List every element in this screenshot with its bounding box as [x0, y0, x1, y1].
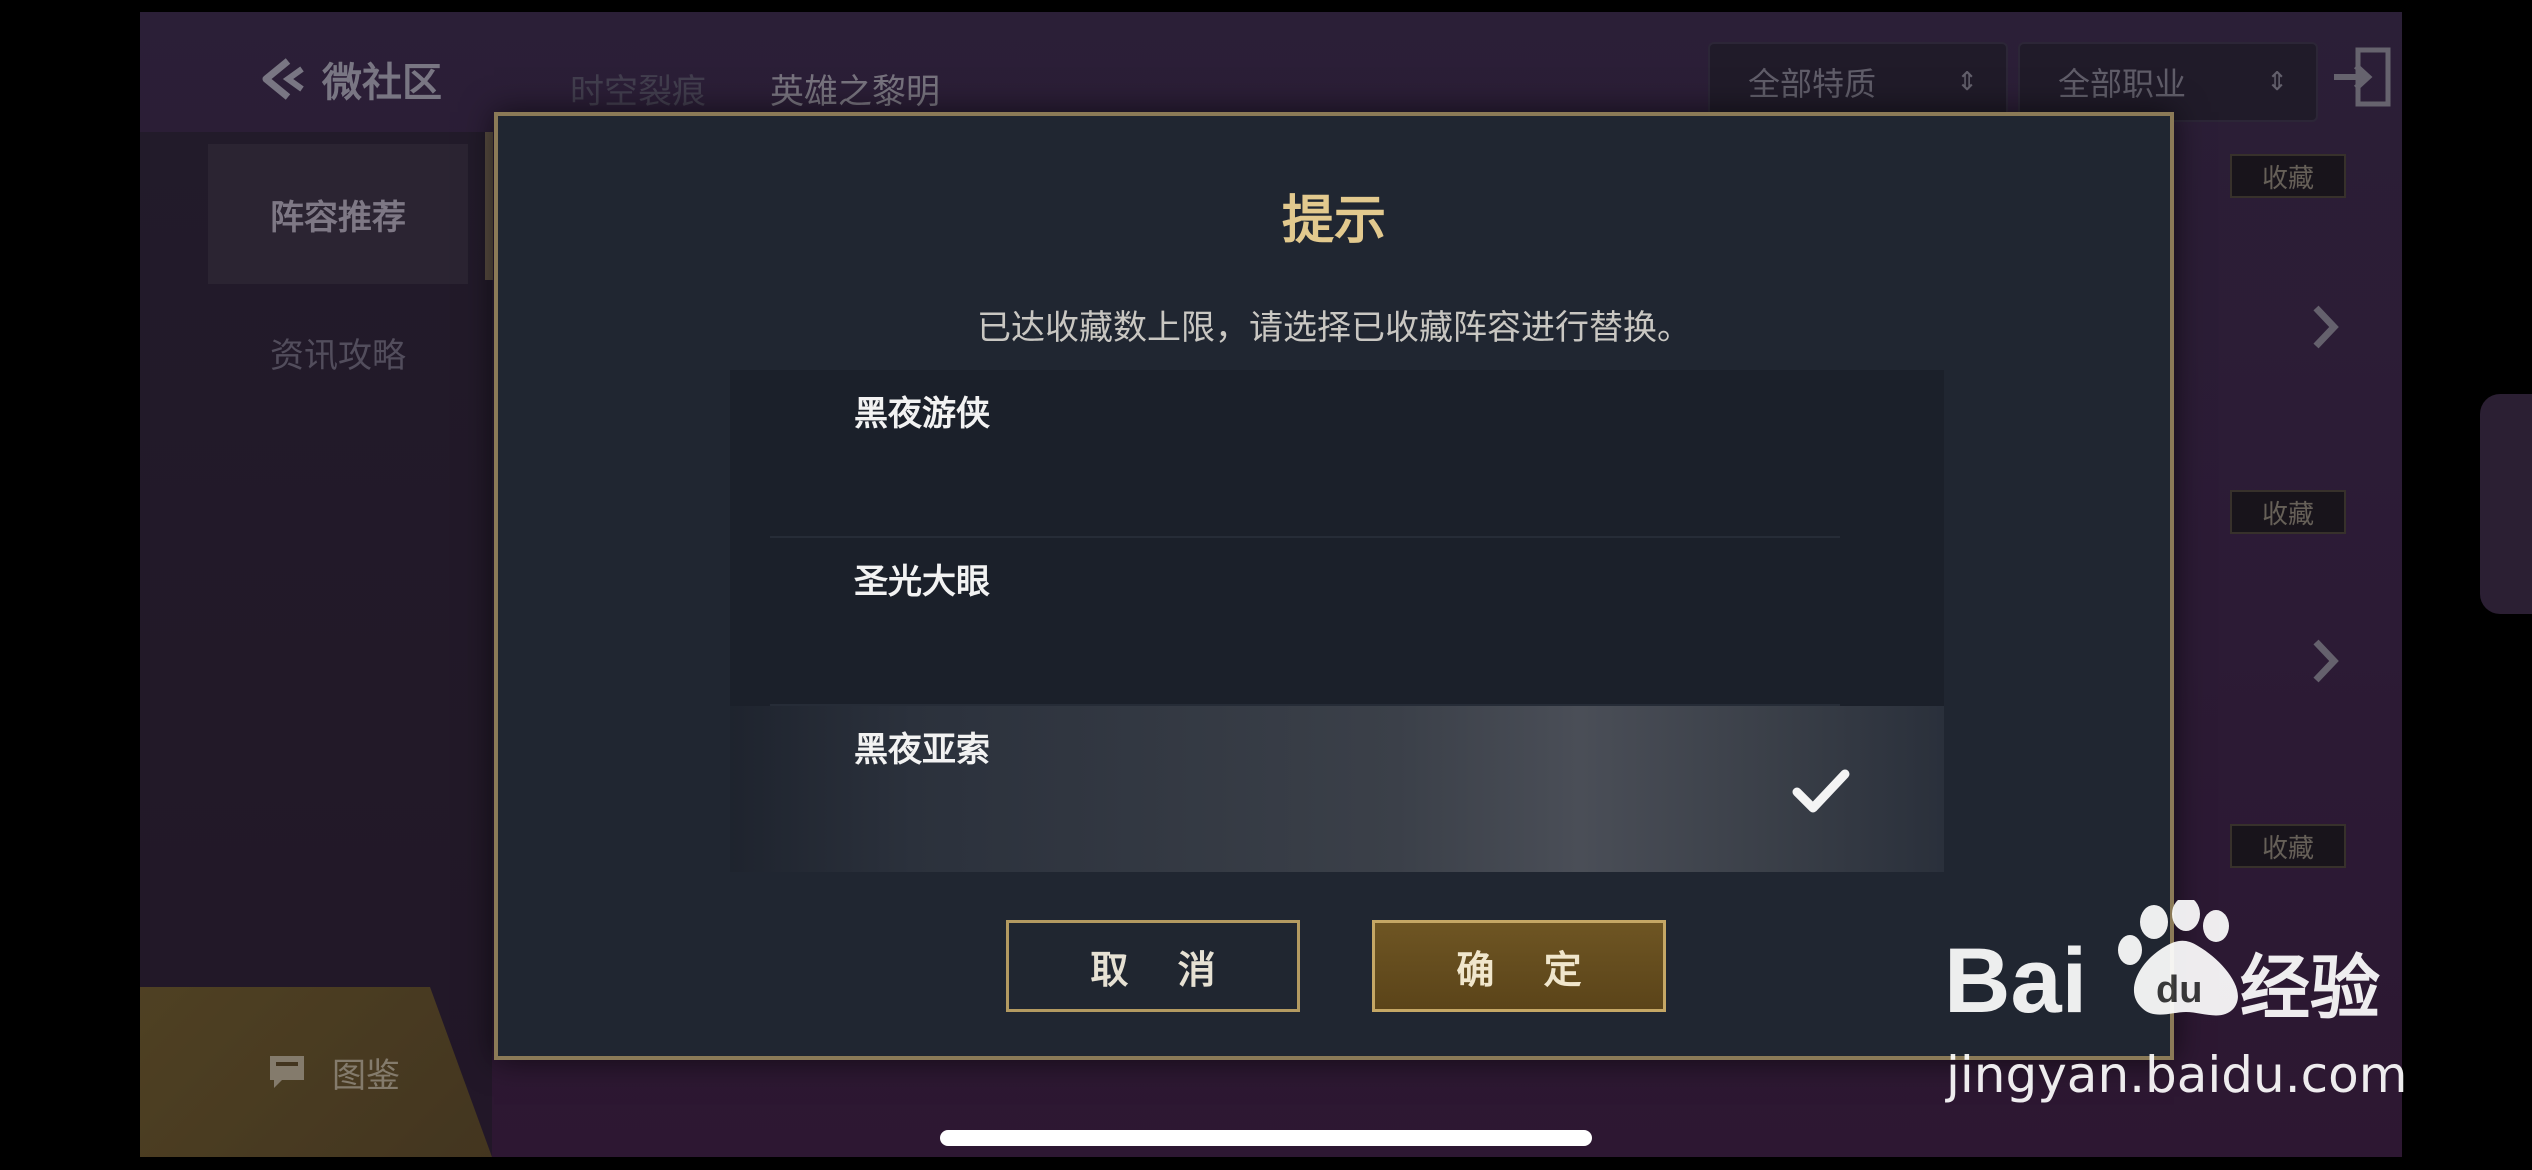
- replace-favorite-dialog: 提示 已达收藏数上限，请选择已收藏阵容进行替换。 黑夜游侠 圣光大眼 黑夜亚索 …: [494, 112, 2174, 1060]
- lineup-option[interactable]: 圣光大眼: [730, 538, 1944, 704]
- dialog-message: 已达收藏数上限，请选择已收藏阵容进行替换。: [977, 308, 1691, 348]
- watermark-url: jingyan.baidu.com: [1946, 1046, 2408, 1104]
- home-indicator[interactable]: [940, 1130, 1592, 1146]
- svg-text:Bai: Bai: [1944, 930, 2087, 1032]
- cancel-button[interactable]: 取 消: [1006, 920, 1300, 1012]
- lineup-option-name: 黑夜游侠: [854, 394, 990, 434]
- watermark-brand-text: 经验: [2240, 947, 2380, 1029]
- lineup-list: 黑夜游侠 圣光大眼 黑夜亚索: [730, 370, 1944, 872]
- lineup-option-name: 圣光大眼: [854, 562, 990, 602]
- lineup-option-name: 黑夜亚索: [854, 730, 990, 770]
- lineup-option[interactable]: 黑夜游侠: [730, 370, 1944, 536]
- svg-text:du: du: [2156, 969, 2202, 1011]
- checkmark-icon: [1792, 769, 1850, 813]
- confirm-button[interactable]: 确 定: [1372, 920, 1666, 1012]
- side-scroll-handle[interactable]: [2480, 394, 2532, 614]
- dialog-title: 提示: [1281, 191, 1386, 251]
- lineup-option-selected[interactable]: 黑夜亚索: [730, 706, 1944, 872]
